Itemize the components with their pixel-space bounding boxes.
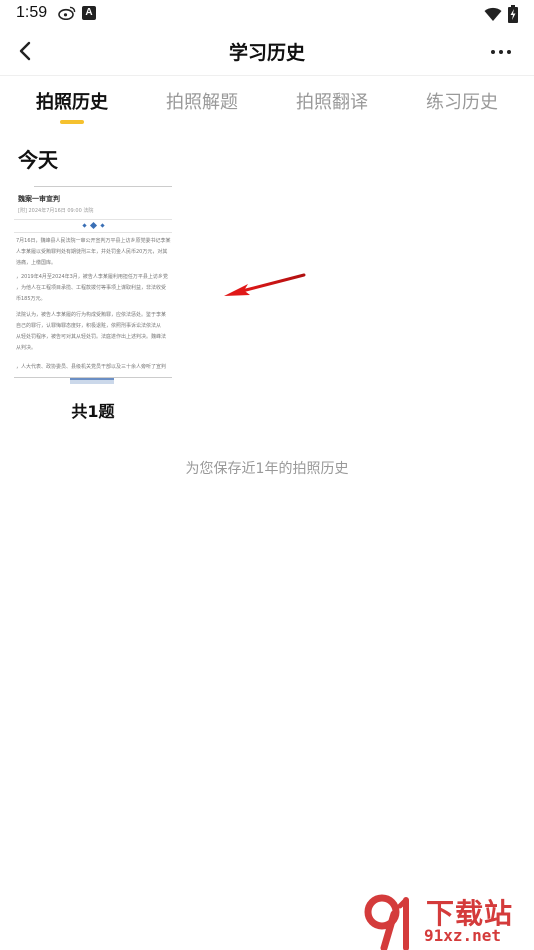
dot	[89, 221, 97, 230]
battery-charging-icon	[508, 5, 518, 23]
watermark-url: 91xz.net	[424, 926, 502, 945]
status-icons-left: A	[58, 6, 96, 20]
more-button[interactable]	[486, 40, 516, 64]
watermark: 下载站 91xz.net	[360, 890, 530, 950]
page-dots	[14, 221, 172, 230]
tab-photo-translate[interactable]: 拍照翻译	[296, 88, 368, 114]
arrow-annotation-icon	[224, 273, 306, 296]
9-logo-icon	[364, 894, 409, 950]
status-time: 1:59	[16, 4, 48, 21]
dot	[99, 223, 105, 228]
thumb-separator	[14, 232, 172, 233]
weibo-icon	[58, 6, 76, 20]
status-bar: 1:59 A	[0, 0, 534, 28]
tab-photo-history[interactable]: 拍照历史	[36, 88, 108, 114]
doc-paragraph: ，2019年4月至2024年3月，被告人李某履利用担任万平县上访乡党 ，为他人在…	[16, 274, 168, 302]
active-tab-indicator	[60, 120, 84, 124]
doc-headline: 魏案一审宣判	[18, 195, 60, 203]
history-thumbnail[interactable]: 魏案一审宣判 [附] 2024年7月16日 09:00 法院 7月16日，魏峰县…	[14, 186, 172, 386]
more-dots-icon	[499, 50, 503, 54]
wifi-icon	[484, 7, 502, 21]
title-bar: 学习历史	[0, 28, 534, 74]
tab-photo-solve[interactable]: 拍照解题	[166, 88, 238, 114]
more-dots-icon	[491, 50, 495, 54]
dot	[81, 223, 87, 228]
thumb-separator	[14, 219, 172, 220]
doc-paragraph: 法院认为，被告人李某履的行为构成受贿罪，应依法惩处。鉴于李某 自己的罪行，认罪悔…	[16, 312, 167, 351]
doc-paragraph: ，人大代表、政协委员、县级机关党员干部以及三十余人旁听了宣判	[16, 364, 167, 370]
doc-paragraph: 7月16日，魏峰县人民法院一审公开宣判万平县上访乡原党委书记李某 人李某履以受贿…	[16, 238, 171, 266]
history-retention-note: 为您保存近1年的拍照历史	[185, 461, 349, 477]
section-title-today: 今天	[18, 148, 58, 172]
tab-practice-history[interactable]: 练习历史	[426, 88, 498, 114]
more-dots-icon	[507, 50, 511, 54]
tab-bar: 拍照历史 拍照解题 拍照翻译 练习历史	[0, 82, 534, 128]
app-a-icon: A	[82, 6, 96, 20]
question-count: 共1题	[71, 402, 115, 421]
page-title: 学习历史	[228, 42, 305, 64]
header-divider	[0, 75, 534, 76]
doc-meta: [附] 2024年7月16日 09:00 法院	[18, 208, 94, 214]
thumb-border	[34, 186, 172, 187]
thumb-tab	[70, 378, 114, 384]
status-icons-right	[484, 5, 518, 23]
